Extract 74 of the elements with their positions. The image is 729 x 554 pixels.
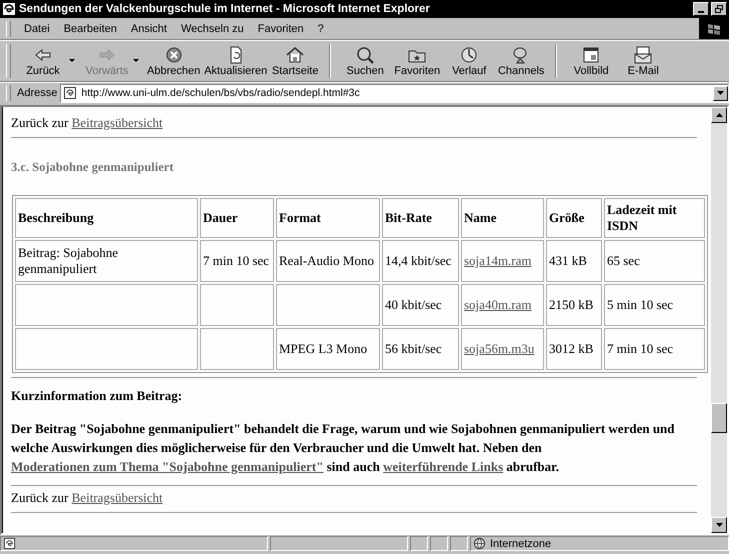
table-cell: 40 kbit/sec xyxy=(382,284,459,326)
column-header: Dauer xyxy=(200,198,274,238)
home-icon xyxy=(285,45,306,65)
toolbar-button[interactable]: Startseite xyxy=(269,44,322,78)
restore-icon xyxy=(715,5,723,13)
toolbar-button[interactable]: Aktualisieren xyxy=(202,44,270,78)
menu-item[interactable]: Ansicht xyxy=(124,22,174,34)
column-header: Größe xyxy=(546,198,602,238)
page-icon xyxy=(3,537,16,550)
overview-link[interactable]: Beitragsübersicht xyxy=(72,490,163,505)
file-link[interactable]: soja56m.m3u xyxy=(464,340,534,356)
scroll-up-button[interactable] xyxy=(711,107,727,123)
scroll-down-button[interactable] xyxy=(711,517,727,533)
caret-icon[interactable] xyxy=(69,59,75,63)
toolbar-button[interactable]: Verlauf xyxy=(443,44,496,78)
section-heading: 3.c. Sojabohne genmanipuliert xyxy=(11,160,175,175)
table-cell: 5 min 10 sec xyxy=(604,284,705,326)
toolbar-button[interactable]: Channels xyxy=(495,44,548,78)
toolbar-button[interactable]: Abbrechen xyxy=(145,44,202,78)
column-header: Ladezeit mit ISDN xyxy=(604,198,705,238)
table-cell: Real-Audio Mono xyxy=(276,240,380,282)
table-cell: 7 min 10 sec xyxy=(604,328,705,370)
info-heading: Kurzinformation zum Beitrag: xyxy=(11,388,184,404)
toolbar-button[interactable]: Favoriten xyxy=(391,44,444,78)
back-text: Zurück zur xyxy=(11,115,68,130)
caret-icon[interactable] xyxy=(133,59,139,63)
table-cell: 2150 kB xyxy=(546,284,602,326)
toolbar-button[interactable]: Suchen xyxy=(339,44,392,78)
address-field[interactable]: http://www.uni-ulm.de/schulen/bs/vbs/radio/sendepl.html#3c xyxy=(60,84,729,102)
table-cell: 14,4 kbit/sec xyxy=(382,240,459,282)
table-cell: 56 kbit/sec xyxy=(382,328,459,370)
scroll-thumb[interactable] xyxy=(711,403,727,433)
table-cell: 3012 kB xyxy=(546,328,602,370)
menu-item[interactable]: Wechseln zu xyxy=(174,22,251,34)
overview-link[interactable]: Beitragsübersicht xyxy=(72,115,163,130)
fullscreen-icon xyxy=(581,45,602,65)
toolbar-button[interactable]: E-Mail xyxy=(617,44,670,78)
menu-item[interactable]: Bearbeiten xyxy=(56,22,124,34)
table-cell: 65 sec xyxy=(604,240,705,282)
info-paragraph: Der Beitrag "Sojabohne genmanipuliert" behandelt die Frage, warum und wie Sojabohnen genmanipuliert werden und welche Auswirkungen dies möglicherweise für den Verbraucher und die Umwelt hat. Neben den Moderationen zum Thema "Sojabohne genmanipuliert" sind auch weiterführende Links abrufbar. xyxy=(11,420,676,476)
column-header: Name xyxy=(461,198,544,238)
file-link[interactable]: soja40m.ram xyxy=(464,296,532,312)
toolbar-button[interactable]: Zurück xyxy=(17,44,69,78)
column-header: Beschreibung xyxy=(15,198,198,238)
stop-icon xyxy=(164,45,184,65)
up-arrow-icon xyxy=(716,113,722,117)
page-icon xyxy=(63,86,78,100)
column-header: Format xyxy=(276,198,380,238)
address-label: Adresse xyxy=(17,87,58,99)
scrollbar[interactable] xyxy=(711,107,727,533)
search-icon xyxy=(355,45,376,65)
table-cell: 431 kB xyxy=(546,240,602,282)
caret-icon xyxy=(717,91,724,95)
file-link[interactable]: soja14m.ram xyxy=(464,252,532,268)
table-cell: Beitrag: Sojabohne genmanipuliert xyxy=(15,240,198,282)
down-arrow-icon xyxy=(716,523,722,527)
column-header: Bit-Rate xyxy=(382,198,459,238)
globe-icon xyxy=(473,537,486,550)
table-cell: MPEG L3 Mono xyxy=(276,328,380,370)
mail-icon xyxy=(633,45,654,65)
dropdown-button[interactable] xyxy=(713,86,728,100)
menu-item[interactable]: ? xyxy=(310,22,331,34)
table-cell: 7 min 10 sec xyxy=(200,240,274,282)
info-link[interactable]: weiterführende Links xyxy=(383,458,504,474)
history-icon xyxy=(459,45,480,65)
toolbar-button[interactable]: Vollbild xyxy=(565,44,618,78)
info-link[interactable]: Moderationen zum Thema "Sojabohne genmanipuliert" xyxy=(11,458,324,474)
window-title: Sendungen der Valckenburgschule im Internet - Microsoft Internet Explorer xyxy=(19,3,431,15)
back-text: Zurück zur xyxy=(11,490,68,505)
minimize-button[interactable] xyxy=(693,2,709,16)
menu-item[interactable]: Favoriten xyxy=(250,22,311,34)
menu-item[interactable]: Datei xyxy=(17,22,57,34)
zone-label: Internetzone xyxy=(490,538,552,550)
maximize-button[interactable] xyxy=(711,2,727,16)
